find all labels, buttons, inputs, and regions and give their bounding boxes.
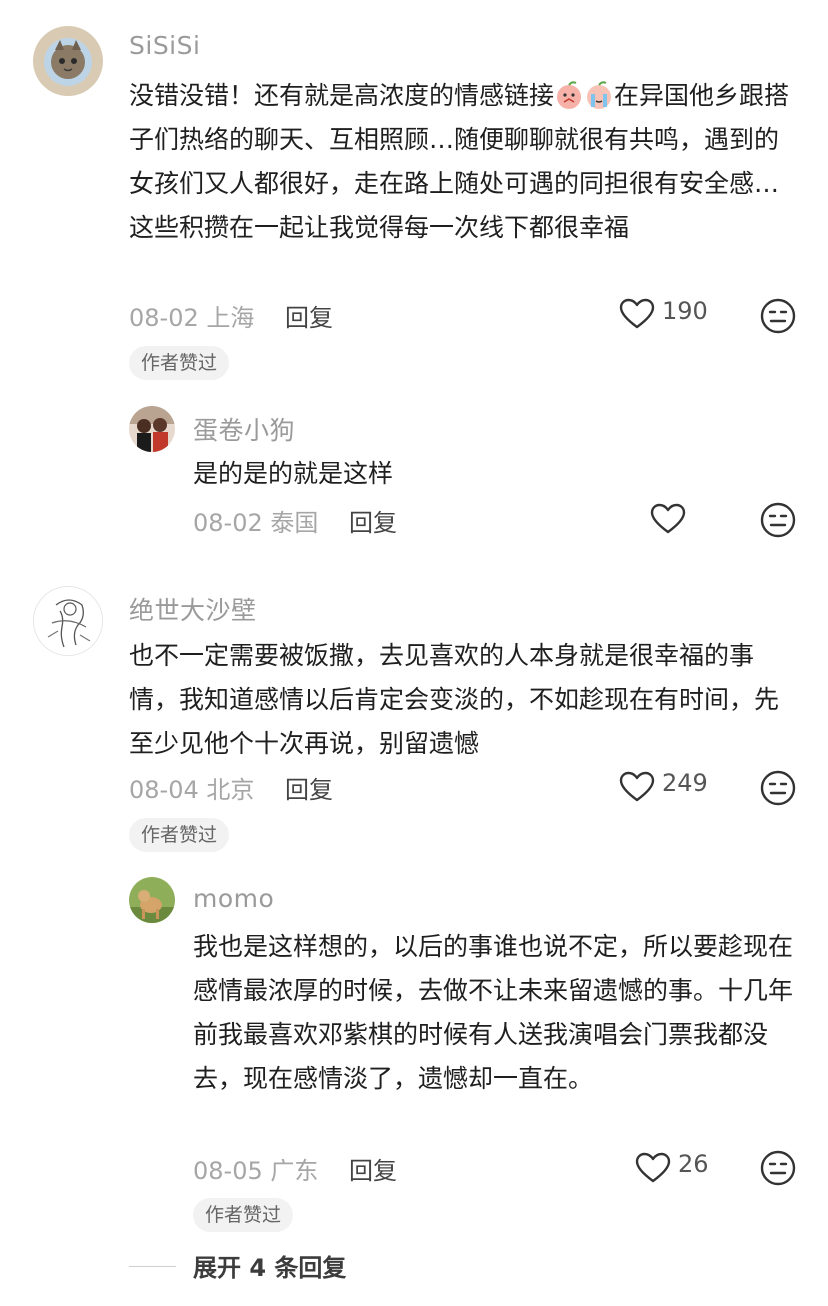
heart-outline-icon[interactable] [619,771,655,807]
comment-meta: 08-04 北京 [129,770,254,805]
peach-praying-emoji-icon [554,80,584,110]
expand-divider [129,1266,176,1267]
comment-date: 08-04 [129,776,199,804]
comment-text-part1: 没错没错！还有就是高浓度的情感链接 [129,81,555,110]
reply-location: 泰国 [270,509,319,537]
like-count: 26 [678,1150,709,1178]
reply-location: 广东 [270,1157,319,1185]
comment-location: 上海 [206,304,255,332]
comment-username[interactable]: SiSiSi [129,31,200,60]
reply-date: 08-02 [193,509,263,537]
reply-date: 08-05 [193,1157,263,1185]
reply-meta: 08-05 广东 [193,1151,318,1186]
heart-outline-icon[interactable] [619,298,655,334]
reply-button[interactable]: 回复 [349,503,397,538]
reply-button[interactable]: 回复 [285,770,333,805]
comment-location: 北京 [206,776,255,804]
peach-crying-emoji-icon [584,80,614,110]
neutral-face-icon[interactable] [760,298,796,338]
neutral-face-icon[interactable] [760,502,796,542]
reply-meta: 08-02 泰国 [193,503,318,538]
comment-meta: 08-02 上海 [129,298,254,333]
reply-username[interactable]: 蛋卷小狗 [193,411,295,447]
heart-outline-icon[interactable] [635,1152,671,1188]
reply-text: 我也是这样想的，以后的事谁也说不定，所以要趁现在感情最浓厚的时候，去做不让未来留… [193,932,794,1093]
reply-button[interactable]: 回复 [285,298,333,333]
neutral-face-icon[interactable] [760,770,796,810]
reply-username[interactable]: momo [193,884,274,913]
neutral-face-icon[interactable] [760,1150,796,1190]
comment-username[interactable]: 绝世大沙壁 [129,591,257,627]
avatar-sisisi[interactable] [33,26,103,96]
comment-text: 没错没错！还有就是高浓度的情感链接 在异国他乡跟搭子们热络的聊天、互相照顾…随便聊… [129,74,794,250]
heart-outline-icon[interactable] [650,503,686,539]
avatar-momo[interactable] [129,877,175,923]
like-count: 249 [662,769,708,797]
reply-text: 是的是的就是这样 [193,459,394,488]
author-liked-badge: 作者赞过 [193,1198,294,1232]
avatar-danjuan-xiaogou[interactable] [129,406,175,452]
like-count: 190 [662,297,708,325]
comment-text: 也不一定需要被饭撒，去见喜欢的人本身就是很幸福的事情，我知道感情以后肯定会变淡的… [129,641,780,758]
author-liked-badge: 作者赞过 [129,346,230,380]
avatar-jueshi-dashabi[interactable] [33,586,103,656]
reply-button[interactable]: 回复 [349,1151,397,1186]
expand-replies-button[interactable]: 展开 4 条回复 [193,1248,346,1283]
comment-date: 08-02 [129,304,199,332]
author-liked-badge: 作者赞过 [129,818,230,852]
